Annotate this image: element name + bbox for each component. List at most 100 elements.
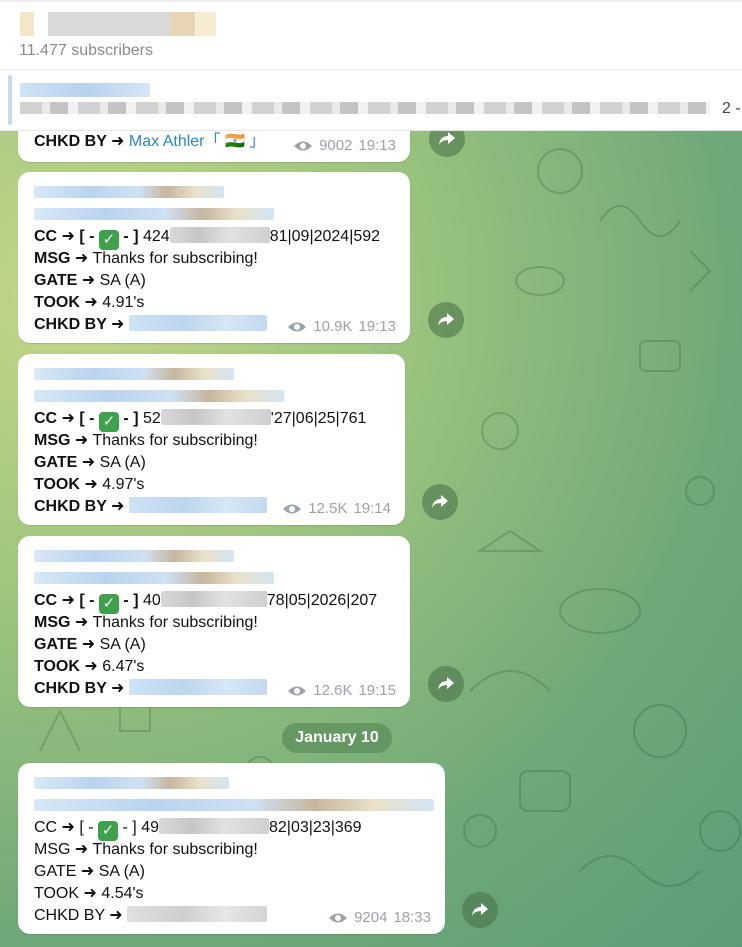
share-button[interactable] [428,302,464,338]
sender-tag-redacted [34,208,274,220]
chat-area[interactable]: CHKD BY ➜ Max Athler「 🇮🇳 」 9002 19:13 CC… [0,131,742,947]
cc-mid: - ] [123,410,139,427]
took-value: 6.47's [102,658,145,675]
msg-label: MSG ➜ [34,250,89,267]
chkd-label: CHKD BY ➜ [34,498,125,515]
took-label: TOOK ➜ [34,658,98,675]
message-meta: 12.5K 19:14 [282,500,391,517]
took-value: 4.91's [102,294,145,311]
cc-suffix: 78|05|2026|207 [266,592,378,609]
pinned-counter: 2 - [722,100,741,117]
sender-name-redacted [34,550,234,562]
sender-tag-redacted [34,799,434,811]
gate-value: SA (A) [98,863,145,880]
pinned-title-redacted [20,83,150,97]
eye-icon [329,913,348,922]
share-icon [472,903,488,916]
chkd-label: CHKD BY ➜ [34,907,123,924]
cc-prefix: 424 [142,228,170,245]
message-time: 19:15 [358,682,396,699]
gate-label: GATE ➜ [34,636,96,653]
eye-icon [294,141,313,150]
chkd-label: CHKD BY ➜ [34,133,125,150]
check-icon: ✓ [98,412,119,432]
cc-prefix: 49 [141,819,159,836]
eye-icon [288,322,307,331]
cc-mid: - ] [123,228,139,245]
message-bubble[interactable]: CC ➜ [ - ✓ - ] 49 82|03|23|369 MSG ➜ Than… [18,763,445,934]
check-icon: ✓ [98,594,119,614]
message-meta: 10.9K 19:13 [287,318,396,335]
share-icon [432,495,448,508]
sender-tag-redacted [34,390,284,402]
share-icon [438,313,454,326]
sender-tag-redacted [34,572,274,584]
msg-label: MSG ➜ [34,614,89,631]
message-meta: 9002 19:13 [293,137,396,154]
msg-label: MSG ➜ [34,841,89,858]
checker-name-redacted[interactable] [128,679,267,695]
channel-header[interactable]: 11.477 subscribers [0,0,742,70]
took-value: 4.97's [102,476,145,493]
channel-title-redacted[interactable] [20,12,216,36]
date-separator: January 10 [282,723,392,753]
cc-label: CC ➜ [ - [34,410,95,427]
message-bubble[interactable]: CC ➜ [ - ✓ - ] 40 78|05|2026|207 MSG ➜ Th… [18,536,410,707]
gate-label: GATE ➜ [34,272,96,289]
cc-label: CC ➜ [ - [34,228,95,245]
message-bubble[interactable]: CC ➜ [ - ✓ - ] 52 '27|06|25|761 MSG ➜ Tha… [18,354,405,525]
cc-number-redacted [169,227,270,243]
view-count: 9204 [354,909,388,926]
message-time: 19:13 [358,318,396,335]
cc-label: CC ➜ [ - [34,592,95,609]
message-time: 19:14 [353,500,391,517]
pinned-indicator [8,75,12,125]
view-count: 12.6K [313,682,353,699]
gate-label: GATE ➜ [34,454,96,471]
share-button[interactable] [462,892,498,928]
message-meta: 9204 18:33 [328,909,431,926]
checker-name-redacted[interactable] [128,315,267,331]
share-button[interactable] [428,666,464,702]
cc-prefix: 40 [142,592,161,609]
took-label: TOOK ➜ [34,294,98,311]
eye-icon [288,686,307,695]
gate-value: SA (A) [99,454,146,471]
checker-name-redacted[interactable] [128,497,267,513]
cc-mid: - ] [123,592,139,609]
message-bubble[interactable]: CC ➜ [ - ✓ - ] 424 81|09|2024|592 MSG ➜ T… [18,172,410,343]
subscriber-count: 11.477 subscribers [19,42,153,59]
cc-suffix: 82|03|23|369 [269,819,362,836]
eye-icon [283,504,302,513]
gate-value: SA (A) [99,272,146,289]
msg-label: MSG ➜ [34,432,89,449]
cc-suffix: 81|09|2024|592 [269,228,381,245]
cc-suffix: '27|06|25|761 [270,410,367,427]
gate-value: SA (A) [99,636,146,653]
took-label: TOOK ➜ [34,476,98,493]
sender-name-redacted [34,186,224,198]
cc-number-redacted [159,818,269,834]
checker-name-redacted[interactable] [127,906,268,922]
msg-value: Thanks for subscribing! [92,250,258,267]
view-count: 12.5K [308,500,348,517]
cc-prefix: 52 [142,410,161,427]
cc-number-redacted [160,409,271,425]
check-icon: ✓ [98,821,119,841]
gate-label: GATE ➜ [34,863,95,880]
checker-name-link[interactable]: Max Athler「 🇮🇳 」 [129,133,265,150]
sender-name-redacted [34,368,234,380]
msg-value: Thanks for subscribing! [92,841,258,858]
pinned-text-redacted [20,102,710,114]
share-button[interactable] [422,484,458,520]
message-bubble[interactable]: CHKD BY ➜ Max Athler「 🇮🇳 」 9002 19:13 [18,131,410,162]
pinned-message-bar[interactable]: 2 - [0,71,742,131]
view-count: 10.9K [313,318,353,335]
check-icon: ✓ [98,230,119,250]
msg-value: Thanks for subscribing! [92,432,258,449]
message-meta: 12.6K 19:15 [287,682,396,699]
cc-number-redacted [160,591,267,607]
message-time: 19:13 [358,137,396,154]
message-time: 18:33 [393,909,431,926]
took-label: TOOK ➜ [34,885,97,902]
